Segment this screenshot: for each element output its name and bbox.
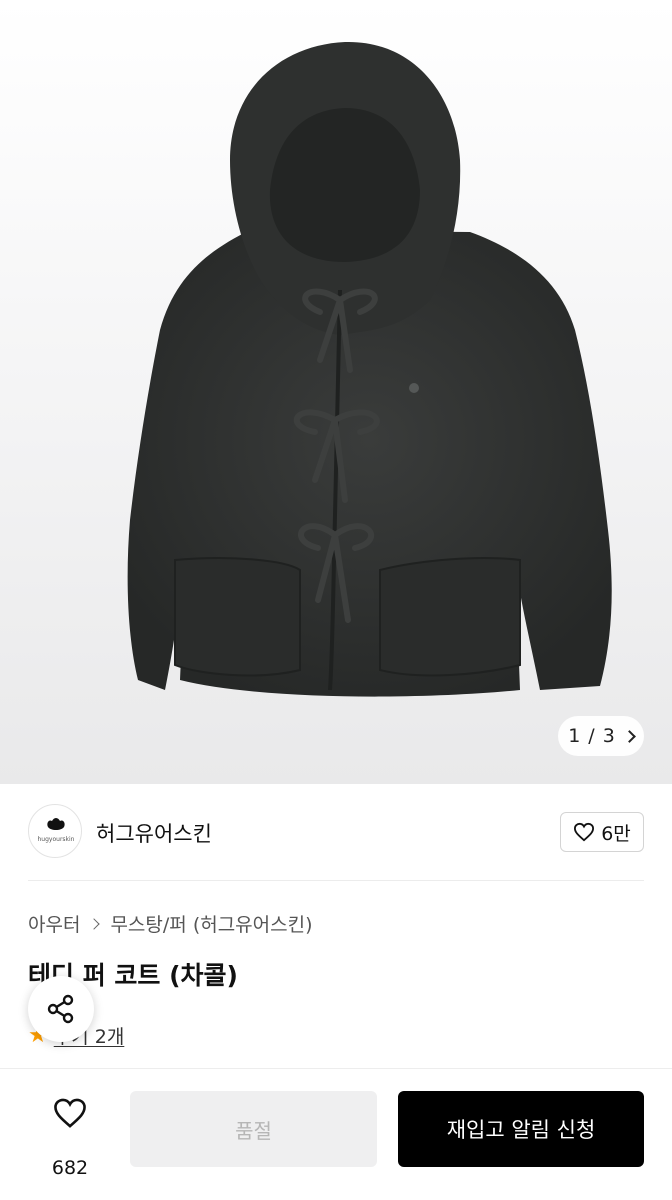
product-image-gallery[interactable]: 1 / 3 <box>0 0 672 784</box>
brand-like-count: 6만 <box>601 822 631 845</box>
share-button[interactable] <box>28 976 94 1042</box>
brand-logo[interactable]: hugyourskin <box>28 804 82 858</box>
brand-like-button[interactable]: 6만 <box>560 812 644 852</box>
soldout-button: 품절 <box>130 1091 377 1167</box>
like-count: 682 <box>51 1157 89 1179</box>
bottom-action-bar: 682 품절 재입고 알림 신청 <box>0 1068 672 1200</box>
like-button[interactable]: 682 <box>28 1093 112 1179</box>
heart-outline-icon <box>54 1098 86 1128</box>
product-photo <box>127 41 612 697</box>
image-pager[interactable]: 1 / 3 <box>558 716 644 756</box>
heart-outline-icon <box>574 822 595 842</box>
brand-name[interactable]: 허그유어스킨 <box>96 818 212 848</box>
divider <box>28 880 644 881</box>
breadcrumb-item-mustang-fur[interactable]: 무스탕/퍼 (허그유어스킨) <box>110 910 312 937</box>
restock-alert-button[interactable]: 재입고 알림 신청 <box>398 1091 644 1167</box>
share-icon <box>47 994 74 1024</box>
brand-logo-text: hugyourskin <box>37 836 75 843</box>
brand-row[interactable]: hugyourskin 허그유어스킨 6만 <box>28 804 644 860</box>
chevron-right-icon <box>88 917 101 930</box>
pager-total: 3 <box>602 725 615 747</box>
chevron-right-icon <box>622 729 636 743</box>
pager-separator: / <box>588 725 595 747</box>
breadcrumb-item-outer[interactable]: 아우터 <box>28 910 80 937</box>
brand-logo-mark <box>47 818 65 830</box>
breadcrumb: 아우터 무스탕/퍼 (허그유어스킨) <box>28 910 313 937</box>
pager-current: 1 <box>568 725 581 747</box>
